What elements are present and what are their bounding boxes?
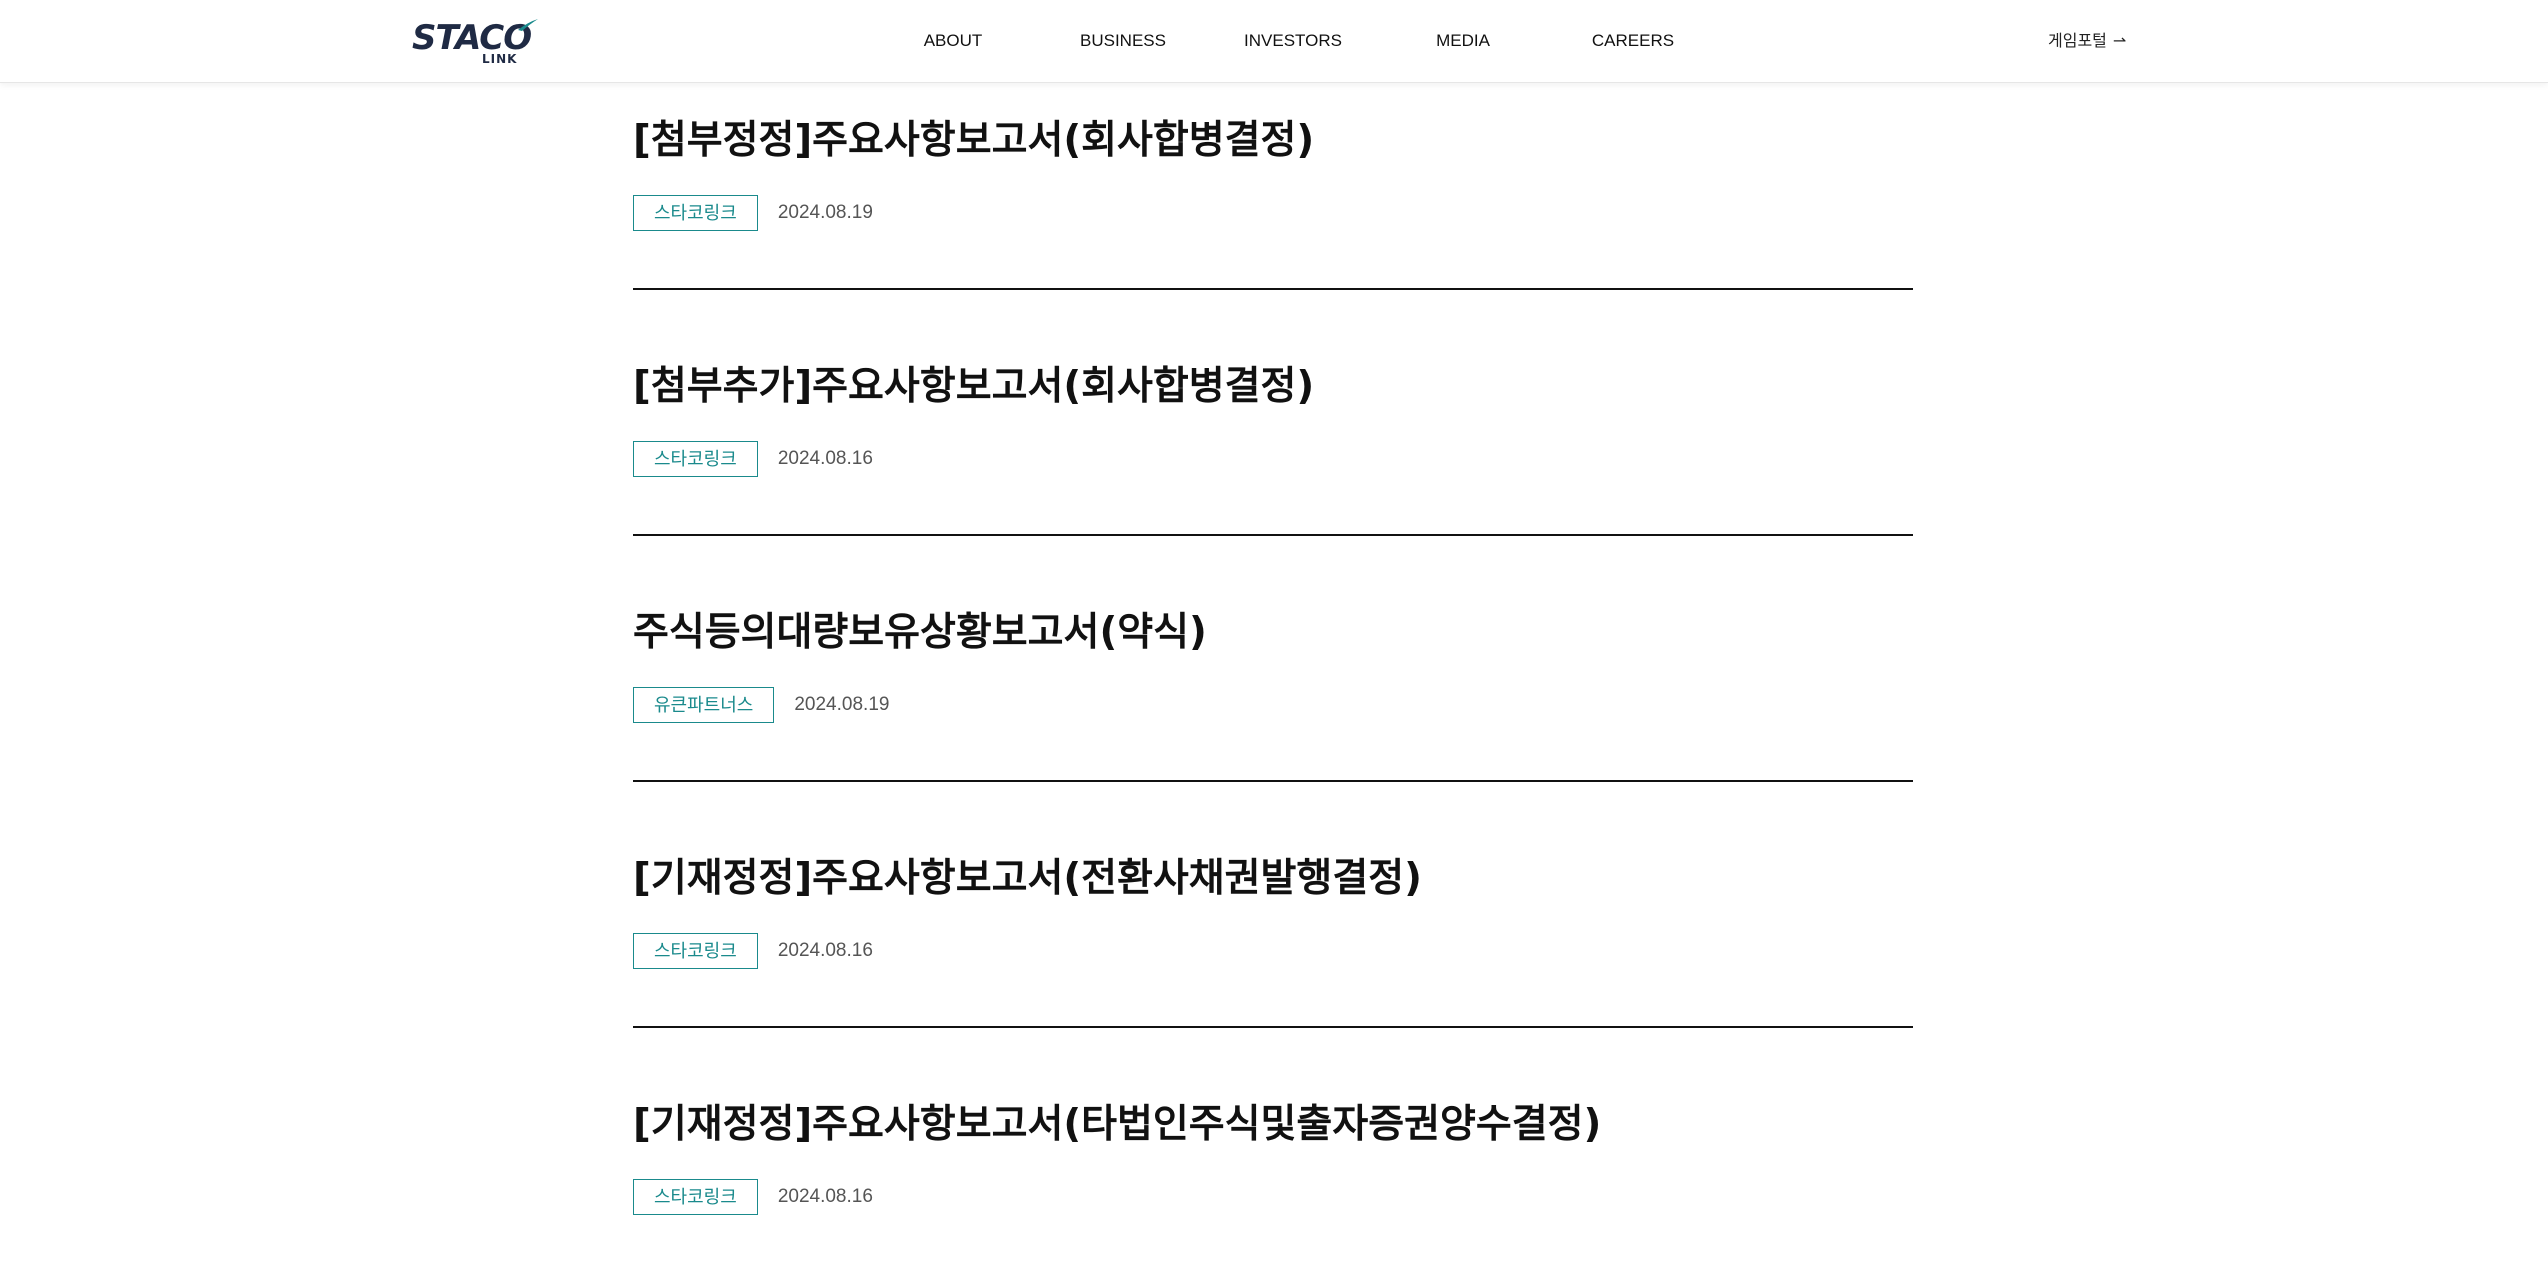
list-item[interactable]: 주식등의대량보유상황보고서(약식) 유큰파트너스 2024.08.19 [633,606,1913,852]
company-badge: 스타코링크 [633,441,758,477]
site-header: STACO LINK ABOUT BUSINESS INVESTORS MEDI… [0,0,2548,83]
company-badge: 스타코링크 [633,1179,758,1215]
list-item[interactable]: [기재정정]주요사항보고서(전환사채권발행결정) 스타코링크 2024.08.1… [633,852,1913,1098]
company-badge: 스타코링크 [633,195,758,231]
divider [633,1026,1913,1028]
logo-subtext: LINK [482,52,518,66]
item-meta: 스타코링크 2024.08.16 [633,1178,873,1216]
nav-about[interactable]: ABOUT [924,30,983,52]
nav-business[interactable]: BUSINESS [1080,30,1166,52]
item-title[interactable]: [첨부정정]주요사항보고서(회사합병결정) [633,114,1314,168]
item-title[interactable]: [기재정정]주요사항보고서(타법인주식및출자증권양수결정) [633,1098,1601,1152]
nav-investors[interactable]: INVESTORS [1244,30,1342,52]
item-meta: 스타코링크 2024.08.19 [633,194,873,232]
game-portal-label: 게임포털 [2048,31,2107,50]
item-date: 2024.08.19 [777,202,873,223]
nav-media[interactable]: MEDIA [1436,30,1490,52]
arrow-right-icon: ⇀ [2112,31,2127,50]
list-item[interactable]: [첨부정정]주요사항보고서(회사합병결정) 스타코링크 2024.08.19 [633,114,1913,360]
item-date: 2024.08.19 [794,694,890,715]
item-date: 2024.08.16 [777,448,873,469]
company-badge: 스타코링크 [633,933,758,969]
item-title[interactable]: [기재정정]주요사항보고서(전환사채권발행결정) [633,852,1422,906]
list-item[interactable]: [기재정정]주요사항보고서(타법인주식및출자증권양수결정) 스타코링크 2024… [633,1098,1913,1258]
list-item[interactable]: [첨부추가]주요사항보고서(회사합병결정) 스타코링크 2024.08.16 [633,360,1913,606]
divider [633,780,1913,782]
item-date: 2024.08.16 [777,940,873,961]
logo-swoosh-icon [518,19,538,31]
staco-link-logo[interactable]: STACO LINK [410,18,542,66]
divider [633,534,1913,536]
item-meta: 유큰파트너스 2024.08.19 [633,686,889,724]
item-title[interactable]: 주식등의대량보유상황보고서(약식) [633,606,1207,660]
game-portal-link[interactable]: 게임포털 ⇀ [2048,30,2126,52]
item-date: 2024.08.16 [777,1186,873,1207]
nav-careers[interactable]: CAREERS [1592,30,1674,52]
item-meta: 스타코링크 2024.08.16 [633,932,873,970]
item-meta: 스타코링크 2024.08.16 [633,440,873,478]
item-title[interactable]: [첨부추가]주요사항보고서(회사합병결정) [633,360,1314,414]
divider [633,288,1913,290]
company-badge: 유큰파트너스 [633,687,775,723]
